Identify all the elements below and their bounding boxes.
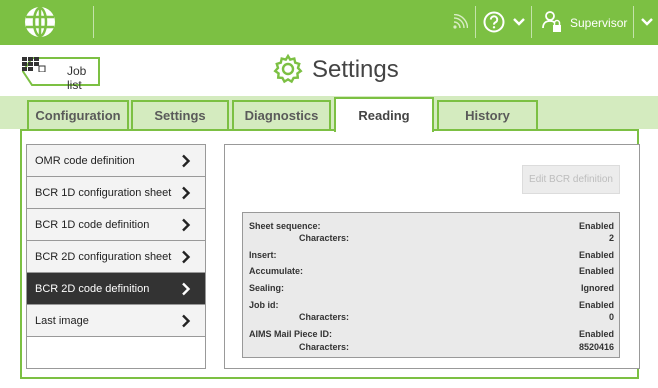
list-item-omr-code-definition[interactable]: OMR code definition [27,145,205,177]
job-list-button[interactable]: Job list [22,57,101,92]
top-bar: Supervisor [0,0,658,45]
summary-value: Enabled [578,221,614,231]
summary-key: Insert: [249,250,277,260]
tab-history[interactable]: History [437,100,538,131]
chevron-right-icon [182,282,191,296]
list-item-bcr-1d-code-definition[interactable]: BCR 1D code definition [27,209,205,241]
summary-value: Enabled [578,250,614,260]
list-item-label: BCR 2D configuration sheet [35,251,172,263]
summary-key: Characters: [299,342,350,352]
job-list-label: Job list [67,64,87,92]
summary-value: Enabled [578,300,614,310]
chevron-right-icon [182,250,191,264]
reading-menu-list: OMR code definition BCR 1D configuration… [26,144,206,369]
edit-bcr-definition-button[interactable]: Edit BCR definition [522,165,620,194]
chevron-down-icon[interactable] [512,17,526,27]
list-item-last-image[interactable]: Last image [27,305,205,337]
summary-row: Sheet sequence: Enabled [243,221,619,233]
chevron-right-icon [182,154,191,168]
list-item-label: Last image [35,315,89,327]
list-item-label: BCR 1D configuration sheet [35,187,172,199]
list-item-bcr-1d-configuration-sheet[interactable]: BCR 1D configuration sheet [27,177,205,209]
summary-value: Ignored [581,283,614,293]
chevron-right-icon [182,186,191,200]
summary-row: Insert: Enabled [243,250,619,262]
tab-reading[interactable]: Reading [334,97,434,132]
summary-row: Characters: 0 [243,312,619,324]
help-icon[interactable] [483,11,505,33]
summary-key: Sealing: [249,283,285,293]
summary-value: 0 [608,312,614,322]
job-list-icon [22,57,46,72]
tab-configuration[interactable]: Configuration [27,100,129,131]
summary-row: Job id: Enabled [243,300,619,312]
gear-icon [273,53,303,84]
bcr-definition-summary: Sheet sequence: Enabled Characters: 2 In… [242,212,620,358]
tab-diagnostics[interactable]: Diagnostics [232,100,331,131]
topbar-divider [531,6,532,38]
chevron-right-icon [182,218,191,232]
summary-value: Enabled [578,266,614,276]
topbar-divider [93,6,94,38]
list-item-label: OMR code definition [35,155,135,167]
list-item-bcr-2d-code-definition[interactable]: BCR 2D code definition [27,273,205,305]
chevron-right-icon [182,314,191,328]
user-role-label[interactable]: Supervisor [570,16,627,30]
summary-row: Characters: 2 [243,233,619,245]
wifi-signal-icon [453,14,468,29]
summary-key: Characters: [299,233,350,243]
list-item-bcr-2d-configuration-sheet[interactable]: BCR 2D configuration sheet [27,241,205,273]
summary-key: Characters: [299,312,350,322]
tab-settings[interactable]: Settings [131,100,229,131]
summary-key: AIMS Mail Piece ID: [249,329,333,339]
list-item-label: BCR 1D code definition [35,219,150,231]
summary-key: Sheet sequence: [249,221,321,231]
summary-row: AIMS Mail Piece ID: Enabled [243,329,619,341]
summary-key: Accumulate: [249,266,304,276]
summary-value: 8520416 [578,342,614,352]
topbar-divider [475,6,476,38]
summary-row: Characters: 8520416 [243,342,619,354]
user-lock-icon[interactable] [542,11,562,33]
topbar-divider [633,6,634,38]
chevron-down-icon[interactable] [640,17,654,27]
summary-row: Accumulate: Enabled [243,266,619,278]
summary-key: Job id: [249,300,279,310]
summary-value: 2 [608,233,614,243]
page-title-text: Settings [312,56,399,83]
summary-value: Enabled [578,329,614,339]
summary-row: Sealing: Ignored [243,283,619,295]
list-item-label: BCR 2D code definition [35,283,150,295]
logo-globe-icon [25,6,55,38]
